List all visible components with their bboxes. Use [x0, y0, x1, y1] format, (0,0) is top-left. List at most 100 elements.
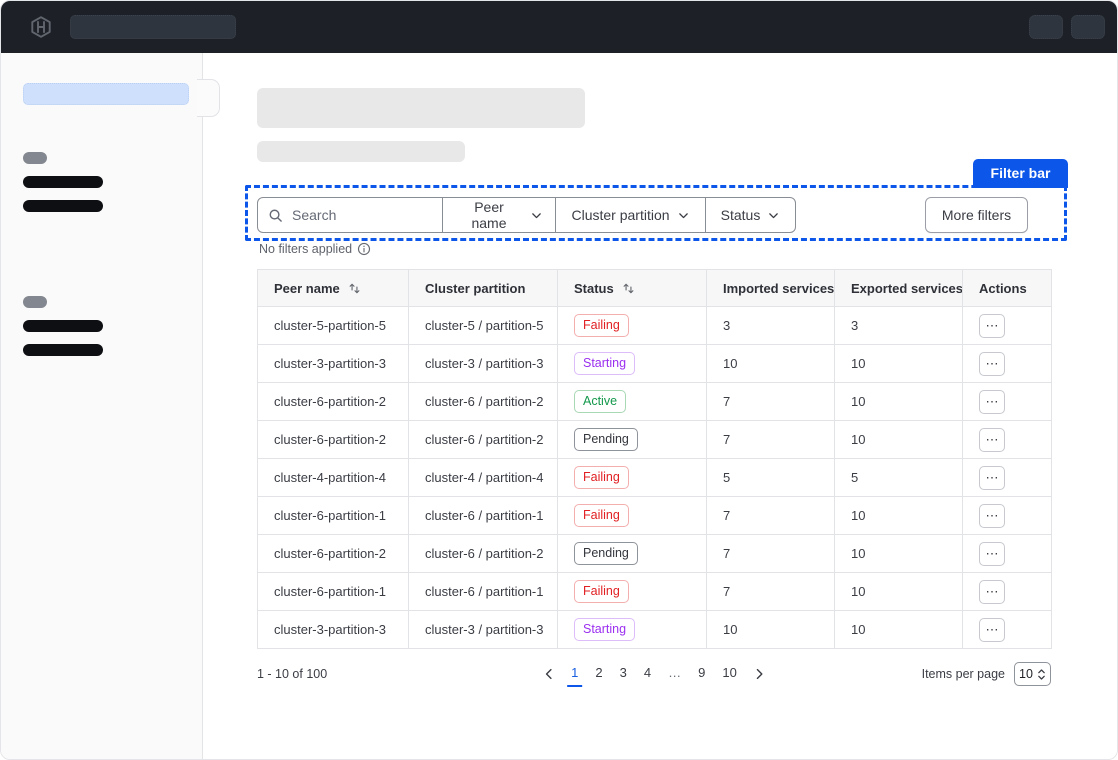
info-icon[interactable]: [357, 242, 371, 256]
row-actions-button[interactable]: [979, 390, 1005, 414]
page-ellipsis: …: [664, 661, 685, 687]
row-actions-button[interactable]: [979, 466, 1005, 490]
ellipsis-icon: [986, 584, 999, 599]
chevrons-up-down-icon: [1037, 668, 1046, 681]
imported-services-cell: 5: [707, 459, 835, 497]
page-navigation: 1 2 3 4 … 9 10: [540, 661, 768, 687]
status-badge: Failing: [574, 314, 629, 337]
column-label: Cluster partition: [425, 281, 525, 296]
filter-dropdown-cluster-partition[interactable]: Cluster partition: [555, 197, 706, 233]
peer-name-cell: cluster-4-partition-4: [258, 459, 409, 497]
peer-name-cell: cluster-3-partition-3: [258, 611, 409, 649]
row-actions-button[interactable]: [979, 314, 1005, 338]
items-per-page-label: Items per page: [922, 667, 1005, 681]
row-actions-button[interactable]: [979, 542, 1005, 566]
status-badge: Failing: [574, 466, 629, 489]
page-button[interactable]: 3: [616, 661, 631, 687]
column-header-peer-name[interactable]: Peer name: [258, 270, 409, 307]
actions-cell: [963, 383, 1052, 421]
row-actions-button[interactable]: [979, 504, 1005, 528]
hashicorp-logo-icon[interactable]: [29, 15, 53, 39]
imported-services-cell: 10: [707, 611, 835, 649]
search-input[interactable]: [290, 206, 434, 224]
row-actions-button[interactable]: [979, 352, 1005, 376]
ellipsis-icon: [986, 622, 999, 637]
app-window: Filter bar Peer name Cluster partition: [0, 0, 1118, 760]
row-actions-button[interactable]: [979, 428, 1005, 452]
previous-page-button[interactable]: [540, 665, 558, 683]
filter-dropdown-peer-name[interactable]: Peer name: [442, 197, 556, 233]
page-button[interactable]: 4: [640, 661, 655, 687]
sidebar: [1, 53, 203, 759]
pagination-bar: 1 - 10 of 100 1 2 3 4 … 9 10 Items per p…: [257, 659, 1051, 689]
column-header-status[interactable]: Status: [558, 270, 707, 307]
peer-name-cell: cluster-6-partition-2: [258, 383, 409, 421]
status-cell: Failing: [558, 459, 707, 497]
filter-bar-annotation-badge: Filter bar: [973, 159, 1068, 188]
exported-services-cell: 10: [835, 535, 963, 573]
imported-services-cell: 7: [707, 535, 835, 573]
search-icon: [268, 208, 283, 223]
nav-search-skeleton: [70, 15, 236, 39]
page-button[interactable]: 1: [567, 661, 582, 687]
chevron-right-icon: [752, 667, 766, 681]
dropdown-label: Cluster partition: [571, 207, 669, 223]
no-filters-label: No filters applied: [259, 242, 352, 256]
status-cell: Failing: [558, 307, 707, 345]
status-badge: Starting: [574, 352, 635, 375]
sidebar-collapse-handle[interactable]: [197, 79, 220, 117]
chevron-down-icon: [677, 209, 690, 222]
items-per-page: Items per page 10: [922, 662, 1051, 686]
status-cell: Starting: [558, 345, 707, 383]
column-header-cluster-partition: Cluster partition: [409, 270, 558, 307]
column-label: Peer name: [274, 281, 340, 296]
exported-services-cell: 5: [835, 459, 963, 497]
filter-status-text: No filters applied: [259, 242, 371, 256]
items-per-page-select[interactable]: 10: [1014, 662, 1051, 686]
column-header-actions: Actions: [963, 270, 1052, 307]
sort-arrows-icon: [348, 282, 361, 295]
peer-name-cell: cluster-6-partition-1: [258, 497, 409, 535]
ellipsis-icon: [986, 470, 999, 485]
imported-services-cell: 10: [707, 345, 835, 383]
page-title-skeleton: [257, 88, 585, 128]
status-badge: Failing: [574, 504, 629, 527]
page-button[interactable]: 10: [718, 661, 740, 687]
column-header-imported-services: Imported services: [707, 270, 835, 307]
column-label: Imported services: [723, 281, 834, 296]
more-filters-button[interactable]: More filters: [925, 197, 1028, 233]
peers-table: Peer name Cluster partition Status Impor…: [257, 269, 1052, 649]
cluster-partition-cell: cluster-6 / partition-2: [409, 535, 558, 573]
next-page-button[interactable]: [750, 665, 768, 683]
peer-name-cell: cluster-6-partition-2: [258, 421, 409, 459]
table-row: cluster-6-partition-2 cluster-6 / partit…: [258, 383, 1052, 421]
imported-services-cell: 7: [707, 383, 835, 421]
filter-dropdown-status[interactable]: Status: [705, 197, 796, 233]
page-button[interactable]: 9: [694, 661, 709, 687]
row-actions-button[interactable]: [979, 618, 1005, 642]
filter-bar: Peer name Cluster partition Status: [257, 197, 796, 233]
table-row: cluster-6-partition-2 cluster-6 / partit…: [258, 535, 1052, 573]
column-label: Exported services: [851, 281, 963, 296]
column-label: Status: [574, 281, 614, 296]
page-button[interactable]: 2: [591, 661, 606, 687]
exported-services-cell: 10: [835, 611, 963, 649]
actions-cell: [963, 535, 1052, 573]
ellipsis-icon: [986, 318, 999, 333]
cluster-partition-cell: cluster-5 / partition-5: [409, 307, 558, 345]
exported-services-cell: 10: [835, 497, 963, 535]
exported-services-cell: 10: [835, 573, 963, 611]
actions-cell: [963, 573, 1052, 611]
table-row: cluster-3-partition-3 cluster-3 / partit…: [258, 611, 1052, 649]
cluster-partition-cell: cluster-6 / partition-2: [409, 421, 558, 459]
nav-actions: [1029, 15, 1105, 39]
cluster-partition-cell: cluster-6 / partition-1: [409, 573, 558, 611]
sidebar-section-label-skeleton: [23, 296, 47, 308]
ellipsis-icon: [986, 508, 999, 523]
main-content: Filter bar Peer name Cluster partition: [203, 53, 1117, 759]
table-row: cluster-4-partition-4 cluster-4 / partit…: [258, 459, 1052, 497]
status-cell: Failing: [558, 497, 707, 535]
actions-cell: [963, 497, 1052, 535]
page-subtitle-skeleton: [257, 141, 465, 162]
row-actions-button[interactable]: [979, 580, 1005, 604]
